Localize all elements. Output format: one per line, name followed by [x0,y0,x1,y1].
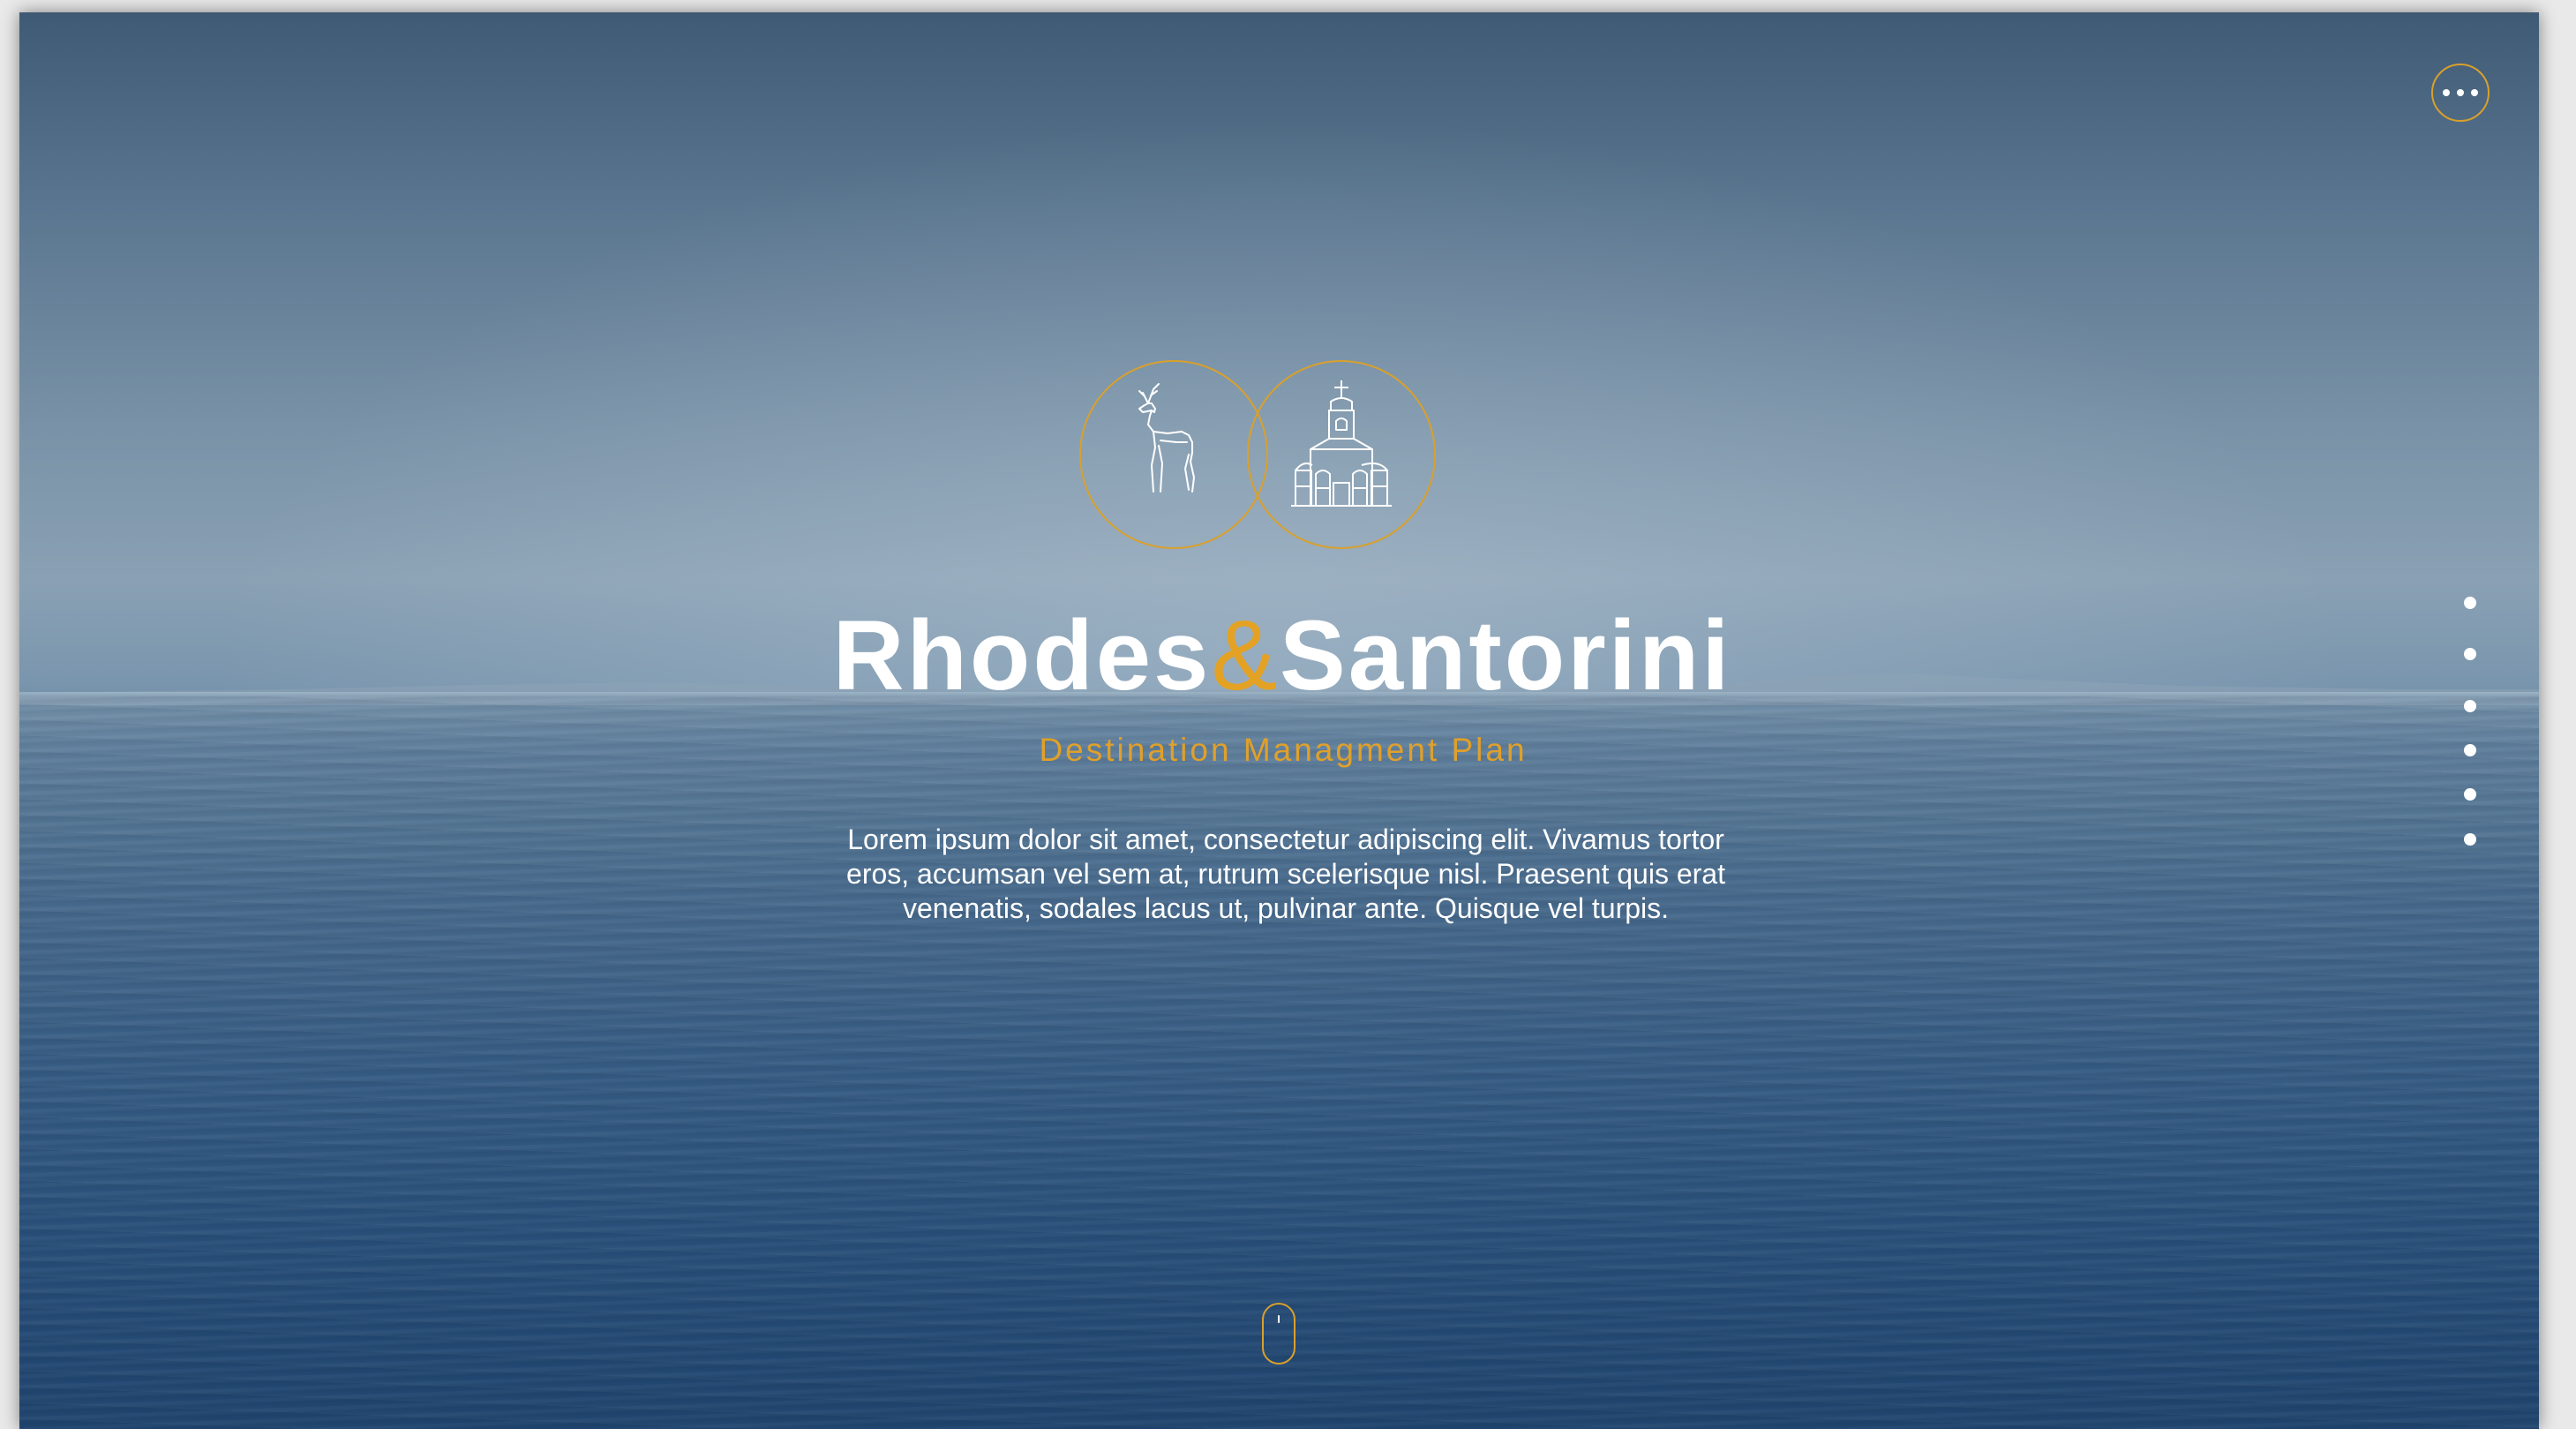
more-menu-button[interactable] [2431,64,2490,122]
menu-dot-icon [2443,89,2450,96]
page-subtitle: Destination Managment Plan [1039,732,1528,768]
scroll-down-mouse-icon[interactable] [1262,1303,1296,1365]
nav-dot-3[interactable] [2464,700,2476,712]
sky-haze [19,12,2539,693]
mouse-wheel-icon [1278,1315,1280,1323]
title-rhodes: Rhodes [832,600,1212,711]
intro-paragraph: Lorem ipsum dolor sit amet, consectetur … [846,824,1725,924]
nav-dot-6[interactable] [2464,833,2476,846]
church-icon [1291,380,1392,507]
hero-section: Rhodes&Santorini Destination Managment P… [19,12,2539,1429]
nav-dot-1[interactable] [2464,597,2476,609]
deer-icon [1138,383,1195,493]
title-ampersand: & [1211,600,1280,711]
nav-dot-4[interactable] [2464,744,2476,756]
menu-dot-icon [2471,89,2478,96]
destination-logo [1079,360,1436,549]
title-santorini: Santorini [1280,600,1732,711]
page-title: Rhodes&Santorini [26,606,2539,705]
section-nav [2462,597,2480,861]
menu-dot-icon [2457,89,2464,96]
nav-dot-5[interactable] [2464,788,2476,801]
nav-dot-2[interactable] [2464,648,2476,660]
